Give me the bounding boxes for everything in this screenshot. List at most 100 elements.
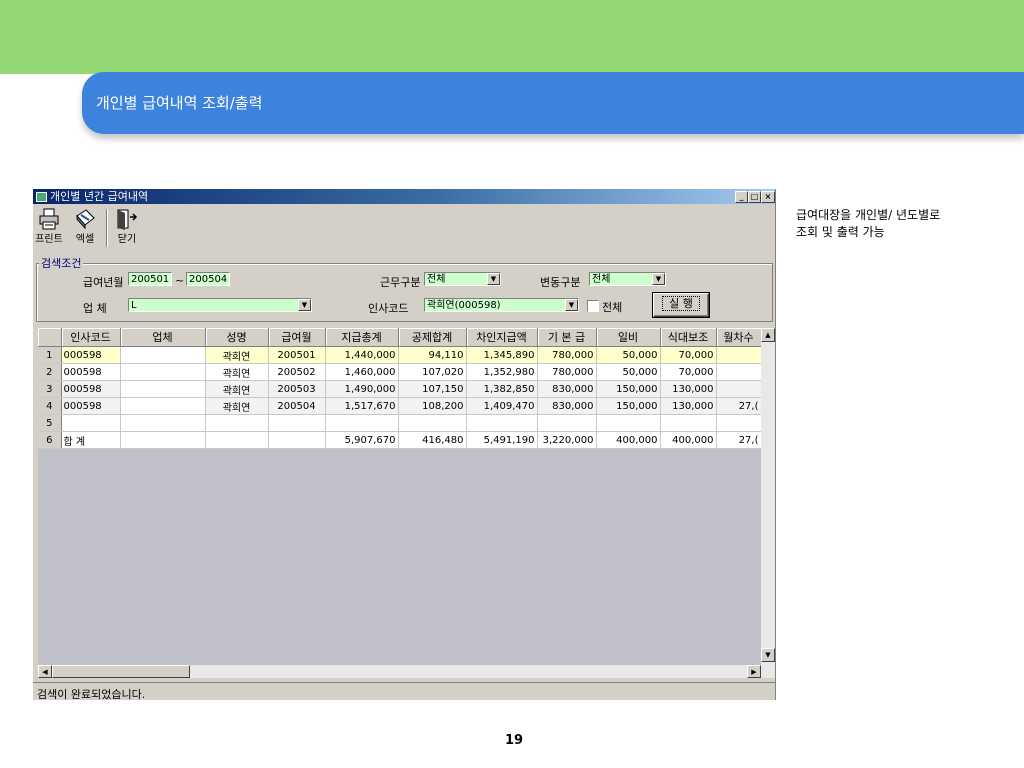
cell-meal[interactable]: 400,000 bbox=[660, 431, 717, 449]
maximize-button[interactable]: □ bbox=[748, 191, 761, 203]
cell-emp-code[interactable]: 000598 bbox=[61, 346, 121, 364]
cell-name[interactable] bbox=[205, 414, 269, 432]
cell-monthly[interactable] bbox=[716, 414, 762, 432]
cell-total-pay[interactable]: 1,517,670 bbox=[325, 397, 399, 415]
cell-base[interactable]: 780,000 bbox=[537, 346, 597, 364]
cell-total-label[interactable]: 합 계 bbox=[61, 431, 121, 449]
cell-meal[interactable] bbox=[660, 414, 717, 432]
change-type-select[interactable]: 전체 ▼ bbox=[589, 272, 666, 286]
cell-month[interactable]: 200504 bbox=[268, 397, 326, 415]
cell-base[interactable]: 780,000 bbox=[537, 363, 597, 381]
scroll-up-icon[interactable]: ▲ bbox=[761, 328, 775, 342]
horizontal-scrollbar[interactable]: ◀ ▶ bbox=[38, 665, 761, 678]
cell-deduction[interactable]: 94,110 bbox=[398, 346, 467, 364]
chevron-down-icon[interactable]: ▼ bbox=[652, 273, 665, 285]
cell-daily[interactable]: 400,000 bbox=[596, 431, 661, 449]
cell-month[interactable]: 200502 bbox=[268, 363, 326, 381]
title-bar[interactable]: 개인별 년간 급여내역 _ □ × bbox=[33, 189, 775, 204]
all-checkbox[interactable] bbox=[587, 300, 599, 312]
cell-meal[interactable]: 130,000 bbox=[660, 397, 717, 415]
cell-name[interactable]: 곽희연 bbox=[205, 363, 269, 381]
cell-daily[interactable]: 50,000 bbox=[596, 363, 661, 381]
minimize-button[interactable]: _ bbox=[735, 191, 748, 203]
cell-month[interactable]: 200503 bbox=[268, 380, 326, 398]
cell-company[interactable] bbox=[120, 414, 206, 432]
cell-total-pay[interactable]: 1,460,000 bbox=[325, 363, 399, 381]
cell-deduction[interactable]: 416,480 bbox=[398, 431, 467, 449]
cell-meal[interactable]: 70,000 bbox=[660, 346, 717, 364]
cell-total-pay[interactable]: 1,490,000 bbox=[325, 380, 399, 398]
col-header-company[interactable]: 업체 bbox=[120, 328, 206, 347]
cell-monthly[interactable] bbox=[716, 346, 762, 364]
cell-daily[interactable] bbox=[596, 414, 661, 432]
cell-base[interactable]: 3,220,000 bbox=[537, 431, 597, 449]
cell-monthly[interactable] bbox=[716, 380, 762, 398]
close-button[interactable]: 닫기 bbox=[113, 208, 141, 245]
col-header-month[interactable]: 급여월 bbox=[268, 328, 326, 347]
col-header-meal[interactable]: 식대보조 bbox=[660, 328, 717, 347]
company-select[interactable]: L ▼ bbox=[128, 298, 312, 312]
cell-monthly[interactable]: 27,( bbox=[716, 397, 762, 415]
cell-total-pay[interactable]: 5,907,670 bbox=[325, 431, 399, 449]
table-row[interactable]: 5 bbox=[38, 414, 762, 432]
excel-button[interactable]: 엑셀 bbox=[71, 208, 99, 245]
col-header-total-pay[interactable]: 지급총계 bbox=[325, 328, 399, 347]
table-row[interactable]: 4 000598 곽희연 200504 1,517,670 108,200 1,… bbox=[38, 397, 762, 415]
cell-meal[interactable]: 70,000 bbox=[660, 363, 717, 381]
cell-month[interactable] bbox=[268, 431, 326, 449]
cell-net-pay[interactable]: 5,491,190 bbox=[466, 431, 538, 449]
cell-base[interactable]: 830,000 bbox=[537, 397, 597, 415]
cell-deduction[interactable]: 108,200 bbox=[398, 397, 467, 415]
cell-name[interactable]: 곽희연 bbox=[205, 380, 269, 398]
pay-month-from-input[interactable]: 200501 bbox=[128, 272, 172, 286]
cell-emp-code[interactable]: 000598 bbox=[61, 397, 121, 415]
table-row[interactable]: 3 000598 곽희연 200503 1,490,000 107,150 1,… bbox=[38, 380, 762, 398]
cell-name[interactable]: 곽희연 bbox=[205, 397, 269, 415]
cell-meal[interactable]: 130,000 bbox=[660, 380, 717, 398]
close-window-button[interactable]: × bbox=[761, 191, 775, 203]
table-row[interactable]: 2 000598 곽희연 200502 1,460,000 107,020 1,… bbox=[38, 363, 762, 381]
col-header-monthly[interactable]: 월차수 bbox=[716, 328, 762, 347]
print-button[interactable]: 프린트 bbox=[35, 208, 63, 245]
work-type-select[interactable]: 전체 ▼ bbox=[424, 272, 501, 286]
cell-deduction[interactable]: 107,020 bbox=[398, 363, 467, 381]
chevron-down-icon[interactable]: ▼ bbox=[565, 299, 578, 311]
chevron-down-icon[interactable]: ▼ bbox=[298, 299, 311, 311]
cell-daily[interactable]: 150,000 bbox=[596, 380, 661, 398]
col-header-daily[interactable]: 일비 bbox=[596, 328, 661, 347]
cell-daily[interactable]: 150,000 bbox=[596, 397, 661, 415]
cell-monthly[interactable] bbox=[716, 363, 762, 381]
scroll-right-icon[interactable]: ▶ bbox=[747, 665, 761, 678]
cell-total-pay[interactable] bbox=[325, 414, 399, 432]
cell-net-pay[interactable]: 1,352,980 bbox=[466, 363, 538, 381]
table-row-total[interactable]: 6 합 계 5,907,670 416,480 5,491,190 3,220,… bbox=[38, 431, 762, 449]
cell-emp-code[interactable]: 000598 bbox=[61, 380, 121, 398]
cell-total-pay[interactable]: 1,440,000 bbox=[325, 346, 399, 364]
cell-net-pay[interactable]: 1,345,890 bbox=[466, 346, 538, 364]
cell-base[interactable] bbox=[537, 414, 597, 432]
pay-month-to-input[interactable]: 200504 bbox=[186, 272, 230, 286]
cell-emp-code[interactable] bbox=[61, 414, 121, 432]
cell-company[interactable] bbox=[120, 363, 206, 381]
cell-company[interactable] bbox=[120, 397, 206, 415]
col-header-net-pay[interactable]: 차인지급액 bbox=[466, 328, 538, 347]
cell-company[interactable] bbox=[120, 380, 206, 398]
cell-name[interactable] bbox=[205, 431, 269, 449]
cell-month[interactable] bbox=[268, 414, 326, 432]
table-row[interactable]: 1 000598 곽희연 200501 1,440,000 94,110 1,3… bbox=[38, 346, 762, 364]
cell-month[interactable]: 200501 bbox=[268, 346, 326, 364]
cell-monthly[interactable]: 27,( bbox=[716, 431, 762, 449]
cell-net-pay[interactable]: 1,409,470 bbox=[466, 397, 538, 415]
vertical-scrollbar[interactable]: ▲ ▼ bbox=[761, 328, 775, 678]
col-header-name[interactable]: 성명 bbox=[205, 328, 269, 347]
cell-net-pay[interactable] bbox=[466, 414, 538, 432]
emp-code-select[interactable]: 곽희연(000598) ▼ bbox=[424, 298, 579, 312]
cell-deduction[interactable] bbox=[398, 414, 467, 432]
col-header-emp-code[interactable]: 인사코드 bbox=[61, 328, 121, 347]
cell-company[interactable] bbox=[120, 431, 206, 449]
scroll-down-icon[interactable]: ▼ bbox=[761, 648, 775, 662]
cell-base[interactable]: 830,000 bbox=[537, 380, 597, 398]
scroll-left-icon[interactable]: ◀ bbox=[38, 665, 52, 678]
cell-company[interactable] bbox=[120, 346, 206, 364]
horizontal-scroll-thumb[interactable] bbox=[52, 665, 190, 678]
